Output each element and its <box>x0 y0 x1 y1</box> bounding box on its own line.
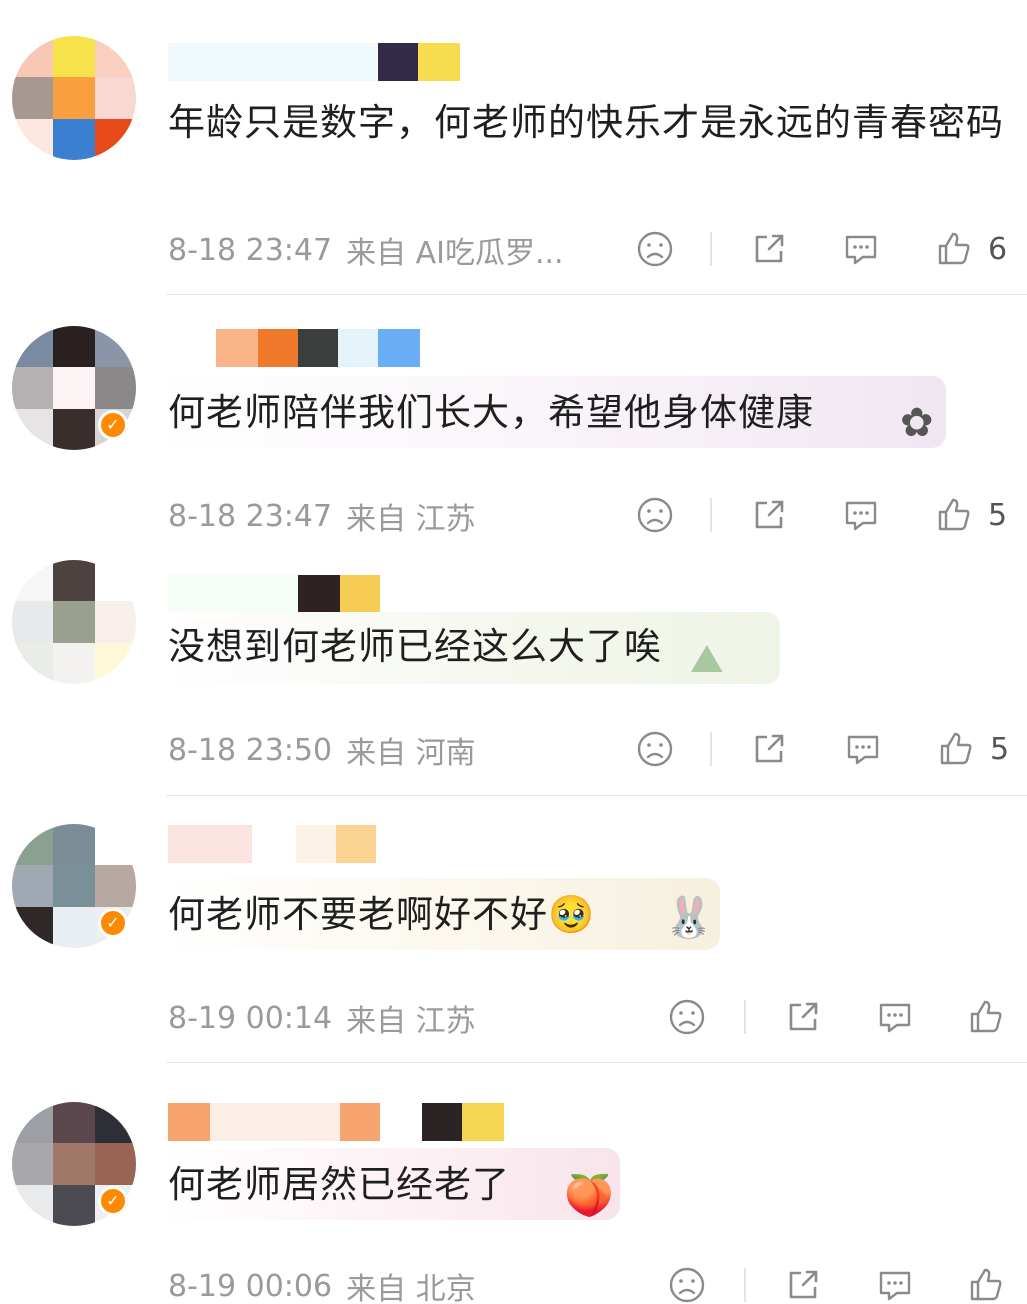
comment-item: ✓ 🐰 何老师不要老啊好不好🥹 8-19 00:14 来自 江苏 <box>0 796 1027 1064</box>
comment-item: ✓ 🍑 何老师居然已经老了 8-19 00:06 来自 北京 <box>0 1064 1027 1304</box>
comment-divider <box>166 294 1027 295</box>
reply-button[interactable] <box>838 226 884 272</box>
sad-face-icon <box>669 1267 705 1303</box>
comment-bubble-icon <box>879 1003 911 1033</box>
username-masked[interactable] <box>168 328 420 368</box>
reply-button[interactable] <box>872 994 918 1040</box>
comment-item: 年龄只是数字，何老师的快乐才是永远的青春密码 8-18 23:47 来自 AI吃… <box>0 0 1027 296</box>
comment-bubble-icon <box>847 735 879 765</box>
comment-location: 来自 AI吃瓜罗... <box>346 236 564 271</box>
comment-time: 8-18 23:47 <box>168 232 333 268</box>
avatar[interactable]: ✓ <box>12 824 136 948</box>
like-button[interactable]: 6 <box>934 226 1007 272</box>
reply-button[interactable] <box>872 1262 918 1304</box>
share-icon <box>789 1270 818 1299</box>
comment-time: 8-19 00:06 <box>168 1268 333 1304</box>
verified-badge: ✓ <box>98 1186 128 1216</box>
thumbs-up-icon <box>938 498 970 531</box>
verified-badge: ✓ <box>98 410 128 440</box>
share-button[interactable] <box>780 1262 826 1304</box>
comment-item: ✓ ✿ 何老师陪伴我们长大，希望他身体健康 8-18 23:47 来自 江苏 5 <box>0 296 1027 546</box>
thumbs-up-icon <box>970 1000 1002 1033</box>
comment-location: 来自 河南 <box>346 736 476 771</box>
dislike-button[interactable] <box>664 994 710 1040</box>
like-count: 5 <box>988 497 1008 533</box>
thumbs-up-icon <box>970 1268 1002 1301</box>
comment-text: 没想到何老师已经这么大了唉 <box>168 625 662 668</box>
like-count: 6 <box>988 231 1008 267</box>
comment-text: 何老师居然已经老了 <box>168 1163 510 1206</box>
share-button[interactable] <box>746 726 792 772</box>
username-masked[interactable] <box>168 824 376 864</box>
sad-face-icon <box>669 999 705 1035</box>
username-masked[interactable] <box>168 42 460 82</box>
avatar[interactable]: ✓ <box>12 326 136 450</box>
divider-line <box>744 1268 746 1302</box>
comment-time: 8-19 00:14 <box>168 1000 333 1036</box>
comment-location: 来自 北京 <box>346 1272 476 1304</box>
comment-meta: 8-18 23:47 来自 AI吃瓜罗... <box>168 230 564 272</box>
comment-bubble-icon <box>845 235 877 265</box>
like-count: 5 <box>990 731 1010 767</box>
reply-button[interactable] <box>838 492 884 538</box>
divider-line <box>710 232 712 266</box>
username-masked[interactable] <box>168 574 380 614</box>
avatar[interactable] <box>12 560 136 684</box>
comment-bubble-icon <box>879 1271 911 1301</box>
sad-face-icon <box>637 731 673 767</box>
crying-face-icon: 🥹 <box>548 893 596 936</box>
dislike-button[interactable] <box>632 492 678 538</box>
like-button[interactable] <box>966 994 1006 1040</box>
comment-time: 8-18 23:50 <box>168 732 333 768</box>
comment-text: 年龄只是数字，何老师的快乐才是永远的青春密码 <box>168 101 1004 144</box>
share-button[interactable] <box>746 492 792 538</box>
like-button[interactable]: 5 <box>936 726 1009 772</box>
comment-meta: 8-18 23:47 来自 江苏 <box>168 496 476 538</box>
verified-badge: ✓ <box>98 908 128 938</box>
share-icon <box>755 500 784 529</box>
comment-text: 何老师不要老啊好不好🥹 <box>168 886 1008 944</box>
comment-meta: 8-18 23:50 来自 河南 <box>168 730 476 772</box>
sad-face-icon <box>637 497 673 533</box>
reply-button[interactable] <box>840 726 886 772</box>
share-icon <box>755 234 784 263</box>
sad-face-icon <box>637 231 673 267</box>
comment-text: 何老师陪伴我们长大，希望他身体健康 <box>168 391 814 434</box>
comment-meta: 8-19 00:14 来自 江苏 <box>168 998 476 1040</box>
comment-text-body: 何老师不要老啊好不好 <box>168 893 548 936</box>
username-masked[interactable] <box>168 1102 504 1142</box>
avatar-image <box>12 560 136 684</box>
comment-bubble-icon <box>845 501 877 531</box>
like-button[interactable]: 5 <box>934 492 1007 538</box>
share-icon <box>789 1002 818 1031</box>
avatar[interactable]: ✓ <box>12 1102 136 1226</box>
avatar[interactable] <box>12 36 136 160</box>
like-button[interactable] <box>966 1262 1006 1304</box>
avatar-image <box>12 36 136 160</box>
comment-item: ⛰ 没想到何老师已经这么大了唉 8-18 23:50 来自 河南 5 <box>0 546 1027 796</box>
comment-meta: 8-19 00:06 来自 北京 <box>168 1266 476 1304</box>
comment-divider <box>166 1062 1027 1063</box>
comment-location: 来自 江苏 <box>346 502 476 537</box>
divider-line <box>710 732 712 766</box>
share-icon <box>755 734 784 763</box>
share-button[interactable] <box>780 994 826 1040</box>
thumbs-up-icon <box>938 232 970 265</box>
dislike-button[interactable] <box>632 226 678 272</box>
divider-line <box>744 1000 746 1034</box>
comment-location: 来自 江苏 <box>346 1004 476 1039</box>
share-button[interactable] <box>746 226 792 272</box>
divider-line <box>710 498 712 532</box>
dislike-button[interactable] <box>632 726 678 772</box>
thumbs-up-icon <box>940 732 972 765</box>
dislike-button[interactable] <box>664 1262 710 1304</box>
comment-time: 8-18 23:47 <box>168 498 333 534</box>
